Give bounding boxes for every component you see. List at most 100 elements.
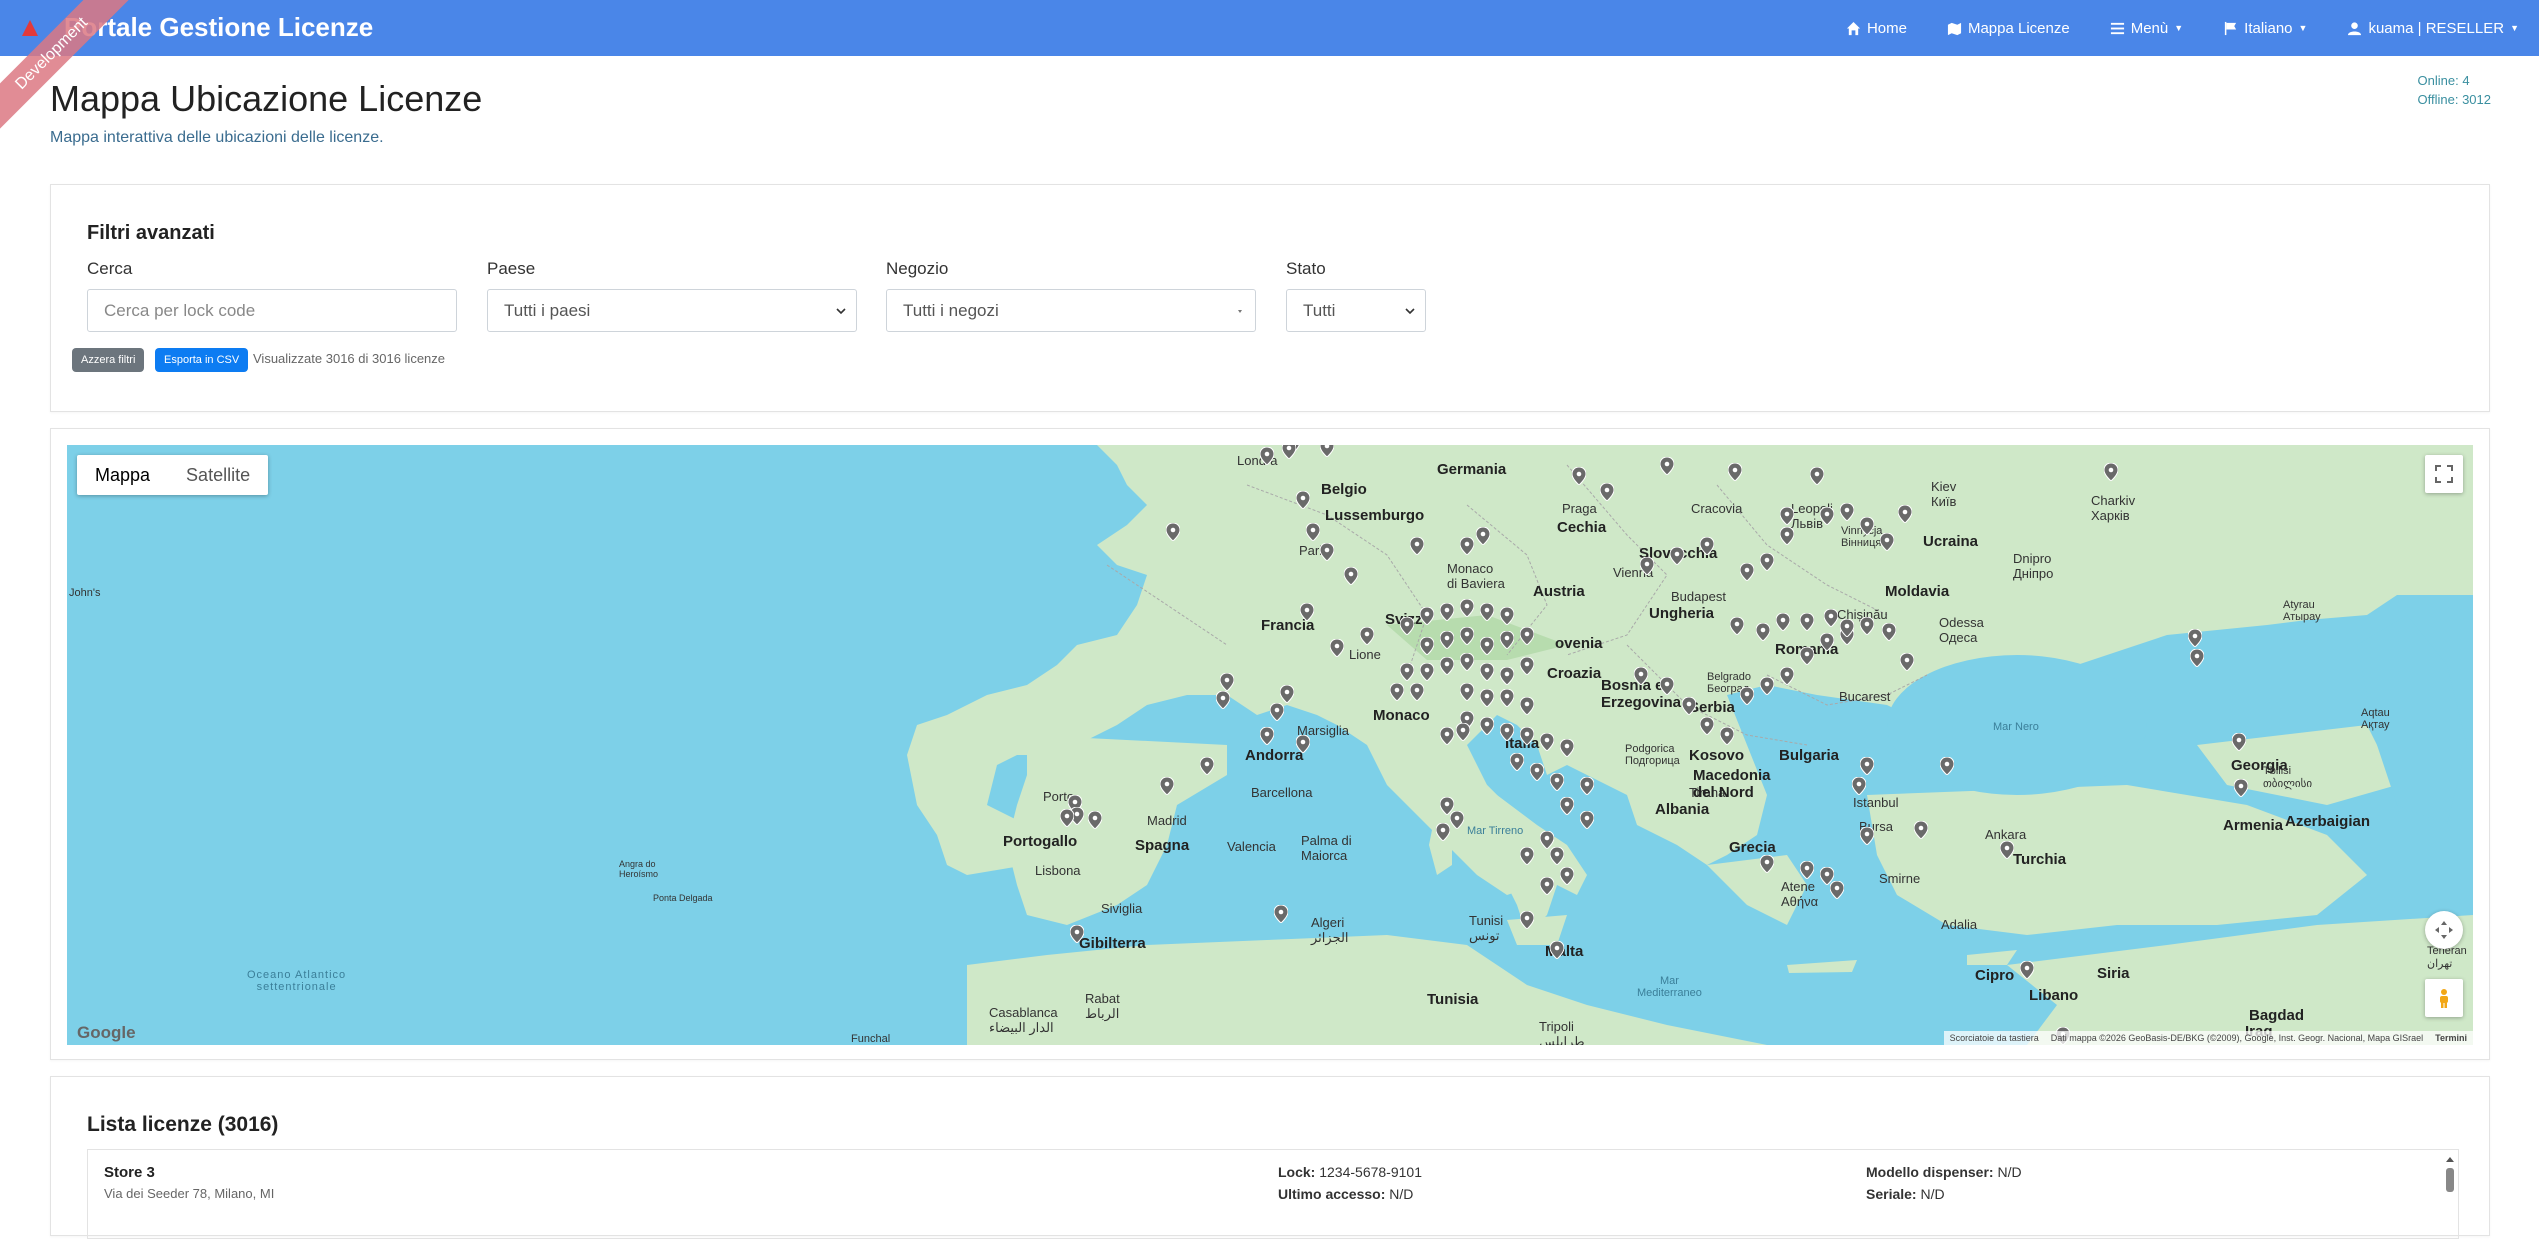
license-marker[interactable] [1300,603,1314,621]
license-marker[interactable] [1660,457,1674,475]
nav-menu[interactable]: Menù ▼ [2090,0,2203,56]
license-marker[interactable] [1500,631,1514,649]
license-marker[interactable] [1460,599,1474,617]
license-marker[interactable] [1824,609,1838,627]
license-marker[interactable] [1700,537,1714,555]
license-marker[interactable] [1860,617,1874,635]
license-marker[interactable] [1520,911,1534,929]
license-marker[interactable] [1400,663,1414,681]
license-marker[interactable] [1460,627,1474,645]
license-marker[interactable] [1860,757,1874,775]
license-marker[interactable] [1760,677,1774,695]
license-marker[interactable] [1260,727,1274,745]
license-marker[interactable] [1460,537,1474,555]
license-marker[interactable] [1880,533,1894,551]
license-marker[interactable] [1296,735,1310,753]
list-scrollbar[interactable] [2444,1154,2456,1194]
license-marker[interactable] [1830,881,1844,899]
reset-filters-button[interactable]: Azzera filtri [72,348,145,372]
license-marker[interactable] [1480,663,1494,681]
brand-title[interactable]: Portale Gestione Licenze [64,12,373,43]
license-marker[interactable] [1728,463,1742,481]
license-marker[interactable] [2232,733,2246,751]
license-marker[interactable] [1420,607,1434,625]
license-marker[interactable] [1560,739,1574,757]
map-type-satellite-button[interactable]: Satellite [168,455,268,495]
license-marker[interactable] [1296,491,1310,509]
license-marker[interactable] [1440,603,1454,621]
nav-map[interactable]: Mappa Licenze [1927,0,2090,56]
license-marker[interactable] [1270,703,1284,721]
license-marker[interactable] [1460,653,1474,671]
license-marker[interactable] [1060,809,1074,827]
export-csv-button[interactable]: Esporta in CSV [155,348,249,372]
license-marker[interactable] [1520,847,1534,865]
nav-user[interactable]: kuama | RESELLER ▼ [2327,0,2539,56]
license-marker[interactable] [1840,503,1854,521]
license-marker[interactable] [1088,811,1102,829]
license-marker[interactable] [1520,697,1534,715]
license-marker[interactable] [1440,727,1454,745]
license-marker[interactable] [2020,961,2034,979]
license-marker[interactable] [1306,523,1320,541]
nav-home[interactable]: Home [1826,0,1927,56]
camera-control-button[interactable] [2425,911,2463,949]
license-marker[interactable] [1320,445,1334,457]
license-marker[interactable] [1882,623,1896,641]
terms-link[interactable]: Termini [2435,1033,2467,1043]
fullscreen-button[interactable] [2425,455,2463,493]
license-marker[interactable] [1200,757,1214,775]
license-marker[interactable] [1810,467,1824,485]
license-marker[interactable] [1390,683,1404,701]
street-view-pegman-button[interactable] [2425,979,2463,1017]
license-marker[interactable] [1282,445,1296,459]
license-marker[interactable] [1480,603,1494,621]
license-marker[interactable] [1820,633,1834,651]
license-marker[interactable] [1450,811,1464,829]
store-select[interactable]: Tutti i negozi [886,289,1256,332]
license-marker[interactable] [1800,613,1814,631]
license-marker[interactable] [1760,553,1774,571]
license-marker[interactable] [1540,733,1554,751]
license-marker[interactable] [1640,557,1654,575]
state-select[interactable]: Tutti [1286,289,1426,332]
map-type-map-button[interactable]: Mappa [77,455,168,495]
license-marker[interactable] [1572,467,1586,485]
license-marker[interactable] [1780,507,1794,525]
license-marker[interactable] [1410,683,1424,701]
license-marker[interactable] [2188,629,2202,647]
license-marker[interactable] [1740,687,1754,705]
license-marker[interactable] [1800,861,1814,879]
license-marker[interactable] [1440,657,1454,675]
license-marker[interactable] [1280,685,1294,703]
license-marker[interactable] [1700,717,1714,735]
license-marker[interactable] [2000,841,2014,859]
license-marker[interactable] [1260,447,1274,465]
license-marker[interactable] [1500,723,1514,741]
license-marker[interactable] [1400,617,1414,635]
license-marker[interactable] [1216,691,1230,709]
license-marker[interactable] [1360,627,1374,645]
license-marker[interactable] [1480,689,1494,707]
license-marker[interactable] [1740,563,1754,581]
license-marker[interactable] [1860,827,1874,845]
license-map[interactable]: Londra Belgio Germania Lussemburgo Parig… [67,445,2473,1045]
license-marker[interactable] [1440,631,1454,649]
license-marker[interactable] [1756,623,1770,641]
license-marker[interactable] [1914,821,1928,839]
license-marker[interactable] [1500,667,1514,685]
license-marker[interactable] [1456,723,1470,741]
license-marker[interactable] [1560,797,1574,815]
license-marker[interactable] [1420,663,1434,681]
license-marker[interactable] [1500,689,1514,707]
license-marker[interactable] [1898,505,1912,523]
license-marker[interactable] [1320,543,1334,561]
license-marker[interactable] [1520,627,1534,645]
license-marker[interactable] [1520,727,1534,745]
license-marker[interactable] [1580,777,1594,795]
license-marker[interactable] [1220,673,1234,691]
license-marker[interactable] [1520,657,1534,675]
license-marker[interactable] [1460,683,1474,701]
license-marker[interactable] [1730,617,1744,635]
license-marker[interactable] [1420,637,1434,655]
